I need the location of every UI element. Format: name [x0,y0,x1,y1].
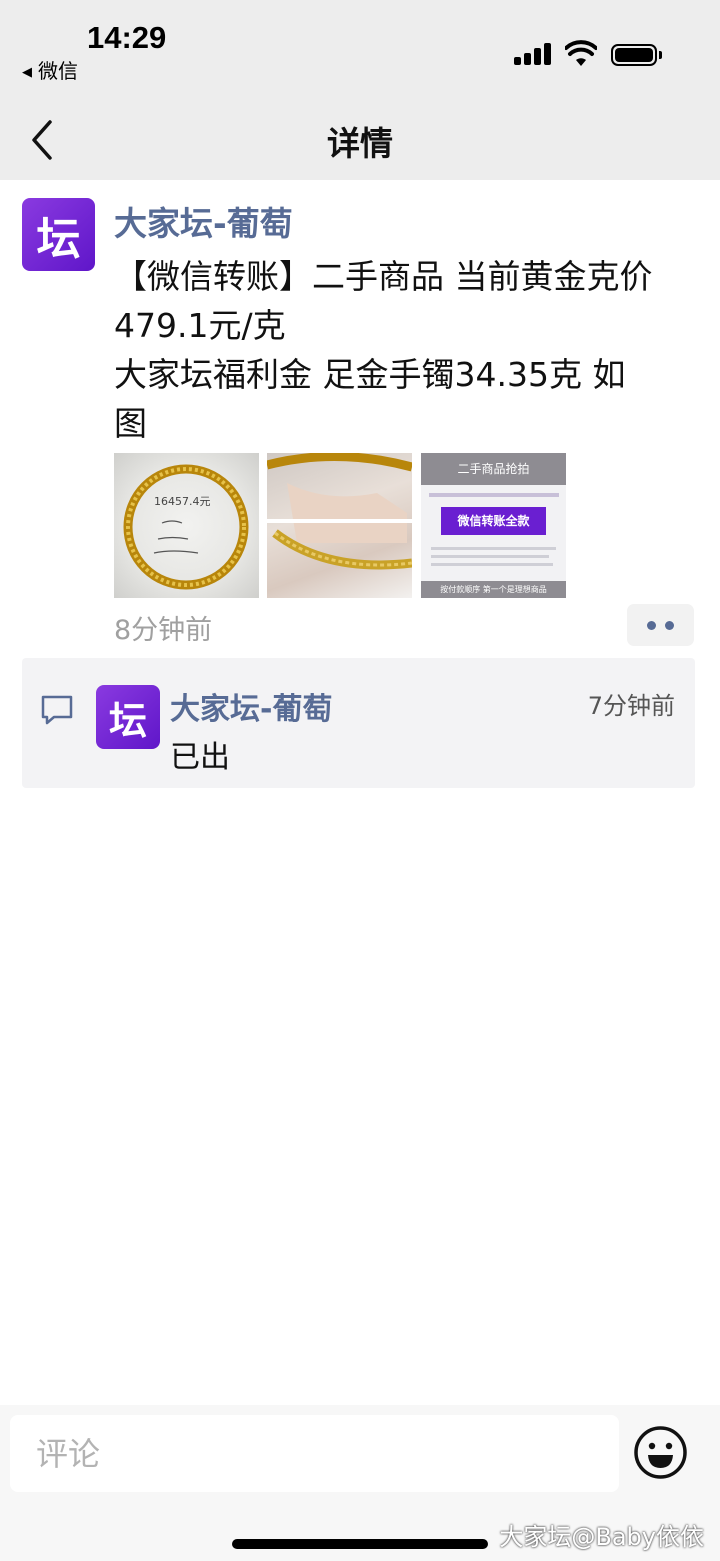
post-timestamp: 8分钟前 [114,615,213,646]
avatar-char: 坛 [36,213,81,265]
back-to-app-link[interactable]: ◀ 微信 [22,55,78,84]
comments-panel: 坛 大家坛-葡萄 7分钟前 已出 [22,658,695,788]
post-image-bracelet-hand[interactable] [267,453,412,598]
comment-timestamp: 7分钟前 [587,692,675,720]
home-indicator[interactable] [232,1539,488,1549]
author-avatar[interactable]: 坛 [22,198,95,271]
back-triangle-icon: ◀ [22,65,32,80]
dot-icon [665,621,674,630]
back-app-label: 微信 [38,59,78,83]
comment-bar: 大家坛@Baby依依 [0,1405,720,1561]
promo-banner: 微信转账全款 [441,507,546,535]
status-time: 14:29 [87,20,167,55]
promo-header: 二手商品抢拍 [421,453,566,485]
post-author-name[interactable]: 大家坛-葡萄 [114,197,293,245]
cellular-signal-icon [514,43,552,65]
comment-author[interactable]: 大家坛-葡萄 [170,684,332,728]
avatar-char: 坛 [108,698,147,743]
bracelet-handwritten-note: 16457.4元 [154,495,211,508]
hand-illustration [267,453,412,570]
post-text-line: 【微信转账】二手商品 当前黄金克价 [114,257,653,296]
commenter-avatar[interactable]: 坛 [96,685,160,749]
comment-input[interactable] [10,1415,619,1492]
post-image-promo-card[interactable]: 二手商品抢拍 微信转账全款 按付款顺序 第一个是理想商品 [421,453,566,598]
post-text-line: 图 [114,404,147,443]
post-text: 【微信转账】二手商品 当前黄金克价 479.1元/克 大家坛福利金 足金手镯34… [114,252,689,448]
post-image-bracelet-table[interactable]: 16457.4元 [114,453,259,598]
emoji-icon[interactable] [633,1425,688,1480]
page-title: 详情 [327,124,393,163]
promo-footer: 按付款顺序 第一个是理想商品 [421,581,566,598]
post-text-line: 479.1元/克 [114,306,286,345]
top-bar: 14:29 ◀ 微信 详情 [0,0,720,180]
more-actions-button[interactable] [627,604,694,646]
post-text-line: 大家坛福利金 足金手镯34.35克 如 [114,355,626,394]
battery-icon [611,44,662,66]
watermark: 大家坛@Baby依依 [499,1523,704,1551]
dot-icon [647,621,656,630]
wifi-icon [565,40,597,66]
bracelet-illustration: 16457.4元 [123,464,249,590]
comment-bubble-icon [41,695,73,725]
comment-text: 已出 [170,740,230,775]
